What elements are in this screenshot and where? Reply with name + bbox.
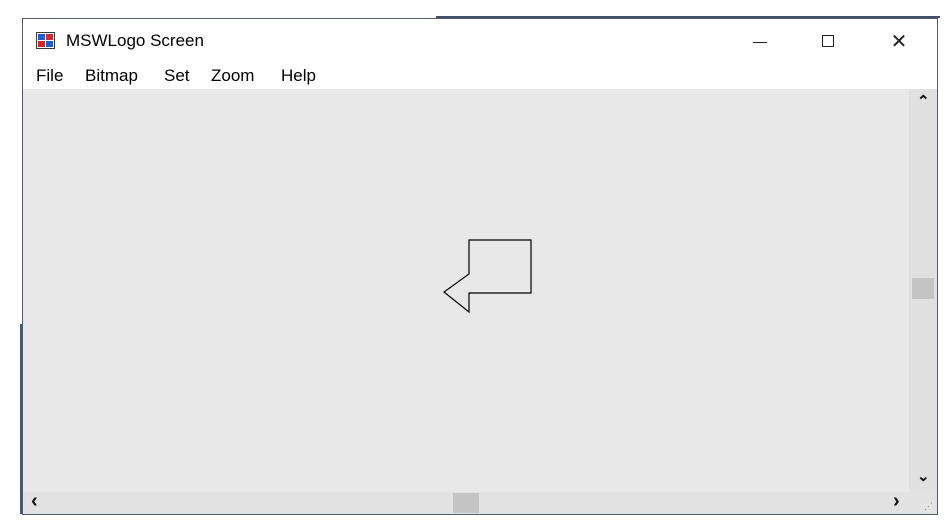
resize-grip-icon: ⋰ — [924, 501, 933, 511]
minimize-icon — [753, 41, 767, 43]
menu-set[interactable]: Set — [164, 66, 190, 86]
minimize-button[interactable] — [737, 19, 783, 63]
menu-bitmap[interactable]: Bitmap — [85, 66, 138, 86]
horizontal-scrollbar[interactable]: ‹ › — [23, 491, 909, 514]
drawing-canvas[interactable] — [23, 89, 909, 492]
window-title: MSWLogo Screen — [66, 31, 204, 50]
vertical-scrollbar[interactable]: ⌃ ⌄ — [909, 89, 937, 492]
scroll-left-arrow[interactable]: ‹ — [31, 491, 38, 511]
menu-bar: File Bitmap Set Zoom Help — [23, 63, 937, 90]
close-icon: ✕ — [890, 30, 908, 53]
close-button[interactable]: ✕ — [876, 19, 922, 63]
mswlogo-app-icon[interactable] — [36, 32, 55, 49]
scroll-right-arrow[interactable]: › — [893, 491, 900, 511]
menu-zoom[interactable]: Zoom — [211, 66, 254, 86]
maximize-icon — [822, 35, 834, 47]
turtle-arrow-shape — [443, 239, 532, 314]
menu-help[interactable]: Help — [281, 66, 316, 86]
vertical-scroll-thumb[interactable] — [912, 278, 934, 299]
scroll-up-arrow[interactable]: ⌃ — [917, 94, 930, 109]
mswlogo-screen-window: MSWLogo Screen ✕ File Bitmap Set Zoom He… — [22, 18, 938, 515]
horizontal-scroll-thumb[interactable] — [453, 493, 479, 513]
scroll-down-arrow[interactable]: ⌄ — [917, 469, 930, 484]
title-bar[interactable]: MSWLogo Screen ✕ — [23, 19, 937, 63]
maximize-button[interactable] — [805, 19, 851, 63]
menu-file[interactable]: File — [36, 66, 63, 86]
turtle-drawing — [443, 239, 532, 314]
resize-corner[interactable]: ⋰ — [909, 492, 937, 514]
